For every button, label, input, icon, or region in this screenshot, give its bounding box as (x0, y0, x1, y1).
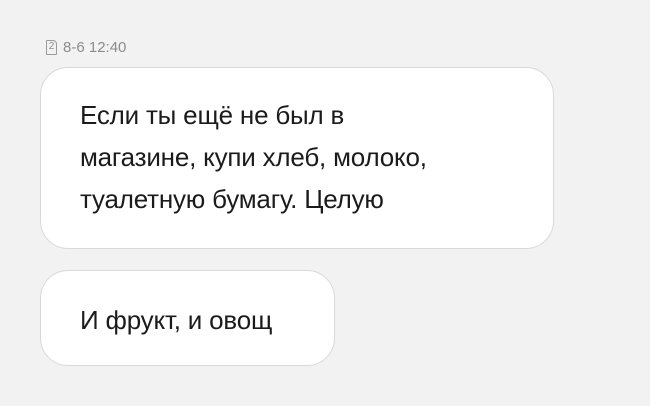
message-bubble[interactable]: И фрукт, и овощ (40, 270, 335, 366)
sim-slot-number: 2 (48, 41, 55, 52)
message-text-line: Если ты ещё не был в (80, 100, 345, 130)
sim-card-icon: 2 (46, 39, 57, 55)
message-bubble[interactable]: Если ты ещё не был в магазине, купи хлеб… (40, 67, 554, 249)
message-text-line: И фрукт, и овощ (80, 305, 273, 335)
message-meta: 2 8-6 12:40 (46, 37, 126, 57)
message-text-line: туалетную бумагу. Целую (80, 184, 384, 214)
message-timestamp: 8-6 12:40 (63, 38, 127, 56)
message-text-line: магазине, купи хлеб, молоко, (80, 142, 427, 172)
